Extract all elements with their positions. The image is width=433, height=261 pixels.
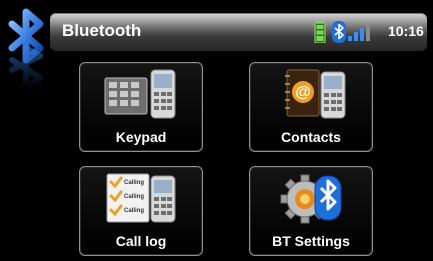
call-log-entry-2: Calling (124, 194, 144, 200)
call-log-label: Call log (115, 233, 167, 249)
keypad-phone-icon (104, 69, 176, 119)
call-log-button[interactable]: Calling Calling Calling Call log (79, 166, 203, 256)
contacts-button[interactable]: @ Contacts (249, 62, 373, 152)
contacts-label: Contacts (281, 129, 341, 145)
bluetooth-gear-icon (280, 174, 342, 224)
call-log-checklist-icon: Calling Calling Calling (106, 173, 176, 223)
svg-text:@: @ (295, 84, 311, 101)
bluetooth-status-icon (332, 21, 346, 43)
signal-strength-icon (348, 24, 370, 41)
call-log-entry-1: Calling (124, 180, 144, 186)
bt-settings-label: BT Settings (272, 233, 350, 249)
keypad-button[interactable]: Keypad (79, 62, 203, 152)
battery-icon (314, 21, 326, 43)
title-bar: Bluetooth 10:16 (50, 13, 427, 51)
page-title: Bluetooth (62, 21, 142, 40)
address-book-icon: @ (285, 69, 346, 119)
keypad-label: Keypad (115, 129, 167, 145)
bluetooth-screen: Bluetooth 10:16 Keypad @ Contacts Callin… (0, 0, 433, 261)
clock-time: 10:16 (388, 23, 424, 39)
bluetooth-logo-icon (8, 8, 44, 91)
bt-settings-button[interactable]: BT Settings (249, 166, 373, 256)
call-log-entry-3: Calling (124, 208, 144, 214)
